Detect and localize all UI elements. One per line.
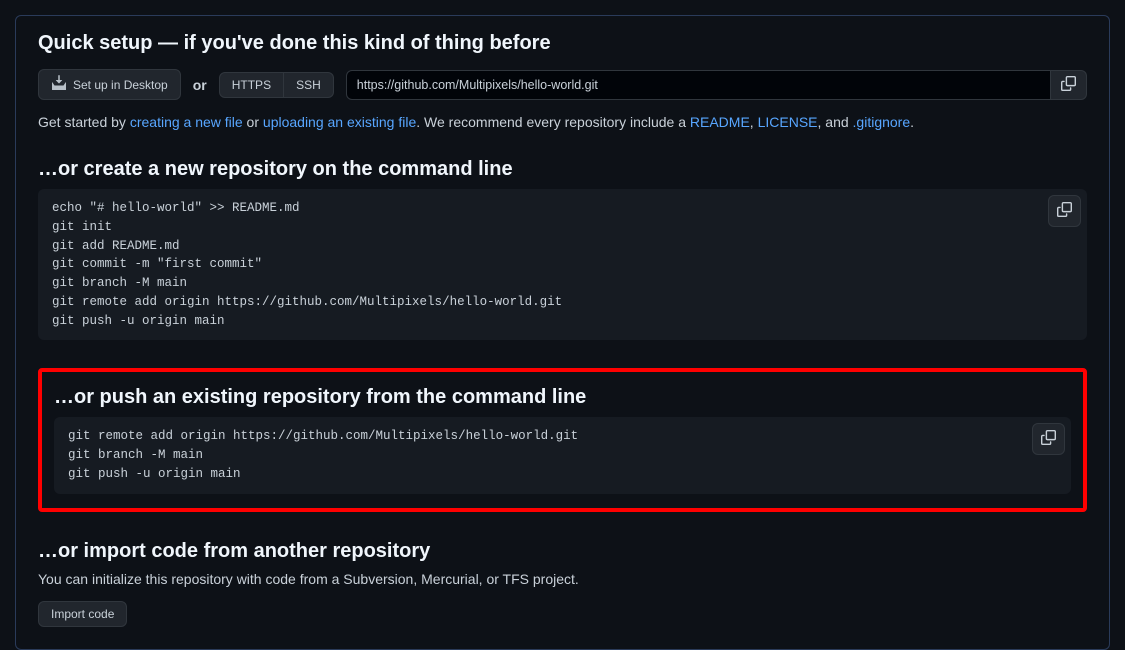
quick-setup-title: Quick setup — if you've done this kind o…: [38, 32, 1087, 55]
setup-desktop-button[interactable]: Set up in Desktop: [38, 69, 181, 100]
ssh-button[interactable]: SSH: [284, 72, 334, 98]
setup-row: Set up in Desktop or HTTPS SSH: [38, 69, 1087, 100]
import-code-button[interactable]: Import code: [38, 601, 127, 627]
copy-create-button[interactable]: [1048, 195, 1081, 227]
protocol-toggle: HTTPS SSH: [219, 72, 334, 98]
upload-file-link[interactable]: uploading an existing file: [263, 114, 416, 130]
import-desc: You can initialize this repository with …: [38, 571, 1087, 587]
https-button[interactable]: HTTPS: [219, 72, 284, 98]
setup-desktop-label: Set up in Desktop: [73, 78, 168, 92]
import-section: …or import code from another repository …: [38, 540, 1087, 627]
push-code-wrapper: git remote add origin https://github.com…: [54, 417, 1071, 493]
quick-setup-panel: Quick setup — if you've done this kind o…: [15, 15, 1110, 650]
readme-link[interactable]: README: [690, 114, 750, 130]
push-section-highlight: …or push an existing repository from the…: [38, 368, 1087, 511]
license-link[interactable]: LICENSE: [758, 114, 818, 130]
copy-push-button[interactable]: [1032, 423, 1065, 455]
create-repo-title: …or create a new repository on the comma…: [38, 158, 1087, 181]
copy-url-button[interactable]: [1051, 70, 1087, 100]
get-started-text: Get started by creating a new file or up…: [38, 114, 1087, 130]
copy-icon: [1041, 430, 1056, 448]
push-code-block[interactable]: git remote add origin https://github.com…: [54, 417, 1071, 493]
create-code-wrapper: echo "# hello-world" >> README.md git in…: [38, 189, 1087, 340]
create-code-block[interactable]: echo "# hello-world" >> README.md git in…: [38, 189, 1087, 340]
desktop-icon: [51, 75, 67, 94]
copy-icon: [1061, 76, 1076, 94]
copy-icon: [1057, 202, 1072, 220]
gitignore-link[interactable]: .gitignore: [853, 114, 911, 130]
clone-url-wrapper: [346, 70, 1087, 100]
or-text: or: [193, 77, 207, 93]
import-title: …or import code from another repository: [38, 540, 1087, 563]
create-file-link[interactable]: creating a new file: [130, 114, 243, 130]
push-repo-title: …or push an existing repository from the…: [54, 386, 1071, 409]
clone-url-input[interactable]: [346, 70, 1051, 100]
